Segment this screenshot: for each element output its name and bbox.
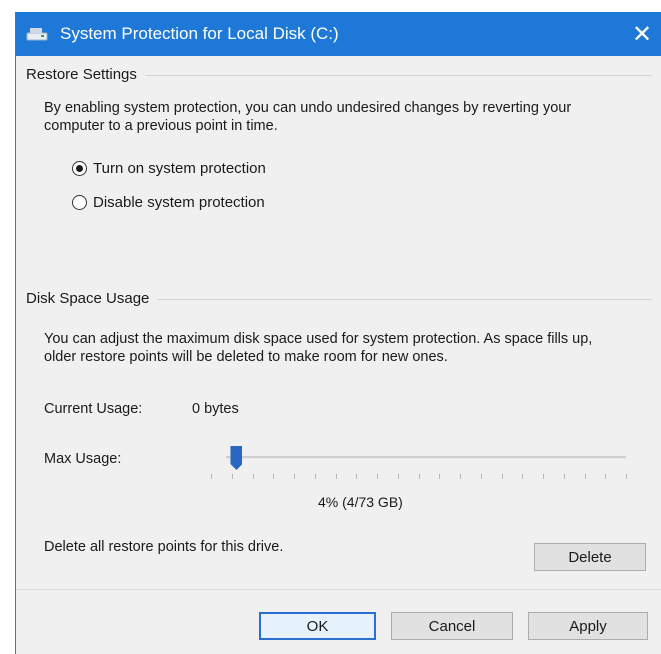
slider-tick: [397, 474, 399, 479]
cancel-button[interactable]: Cancel: [391, 612, 513, 640]
disk-space-description: You can adjust the maximum disk space us…: [44, 331, 593, 365]
slider-tick: [460, 474, 461, 479]
slider-tick: [626, 474, 627, 479]
slider-tick: [211, 474, 212, 479]
max-usage-readout: 4% (4/73 GB): [318, 494, 403, 510]
slider-tick: [231, 474, 233, 479]
slider-tick: [439, 474, 441, 479]
footer-divider: [16, 589, 661, 590]
max-usage-slider-track[interactable]: [226, 456, 626, 459]
delete-description: Delete all restore points for this drive…: [44, 539, 284, 555]
slider-tick: [480, 474, 482, 479]
title-bar[interactable]: System Protection for Local Disk (C:) ✕: [16, 12, 661, 56]
apply-button[interactable]: Apply: [528, 612, 648, 640]
slider-tick: [605, 474, 607, 479]
turn-on-protection-label: Turn on system protection: [93, 160, 266, 177]
disk-space-heading: Disk Space Usage: [26, 290, 158, 307]
slider-tick: [563, 474, 565, 479]
slider-tick: [294, 474, 295, 479]
slider-tick: [418, 474, 420, 479]
slider-tick: [356, 474, 358, 479]
restore-settings-description: By enabling system protection, you can u…: [44, 100, 572, 134]
drive-icon: [26, 28, 48, 41]
window-title: System Protection for Local Disk (C:): [60, 24, 339, 43]
max-usage-slider-thumb[interactable]: [230, 446, 243, 470]
restore-settings-heading: Restore Settings: [26, 66, 145, 83]
slider-tick: [501, 474, 503, 479]
ok-button[interactable]: OK: [259, 612, 376, 640]
disable-protection-label: Disable system protection: [93, 194, 265, 211]
slider-tick: [377, 474, 378, 479]
slider-tick: [335, 474, 337, 479]
turn-on-protection-option[interactable]: Turn on system protection: [72, 160, 266, 177]
slider-tick: [522, 474, 524, 479]
delete-button[interactable]: Delete: [534, 543, 646, 571]
close-icon: ✕: [631, 20, 653, 48]
slider-tick: [314, 474, 316, 479]
slider-tick: [252, 474, 254, 479]
system-protection-dialog: System Protection for Local Disk (C:) ✕ …: [15, 12, 661, 654]
turn-on-protection-radio[interactable]: [72, 161, 87, 176]
slider-tick: [584, 474, 586, 479]
current-usage-value: 0 bytes: [192, 401, 239, 417]
disable-protection-option[interactable]: Disable system protection: [72, 194, 265, 211]
close-button[interactable]: ✕: [622, 12, 661, 56]
max-usage-slider-ticks: [211, 474, 627, 480]
disable-protection-radio[interactable]: [72, 195, 87, 210]
slider-tick: [543, 474, 544, 479]
current-usage-label: Current Usage:: [44, 401, 143, 417]
slider-tick: [273, 474, 275, 479]
max-usage-label: Max Usage:: [44, 451, 122, 467]
